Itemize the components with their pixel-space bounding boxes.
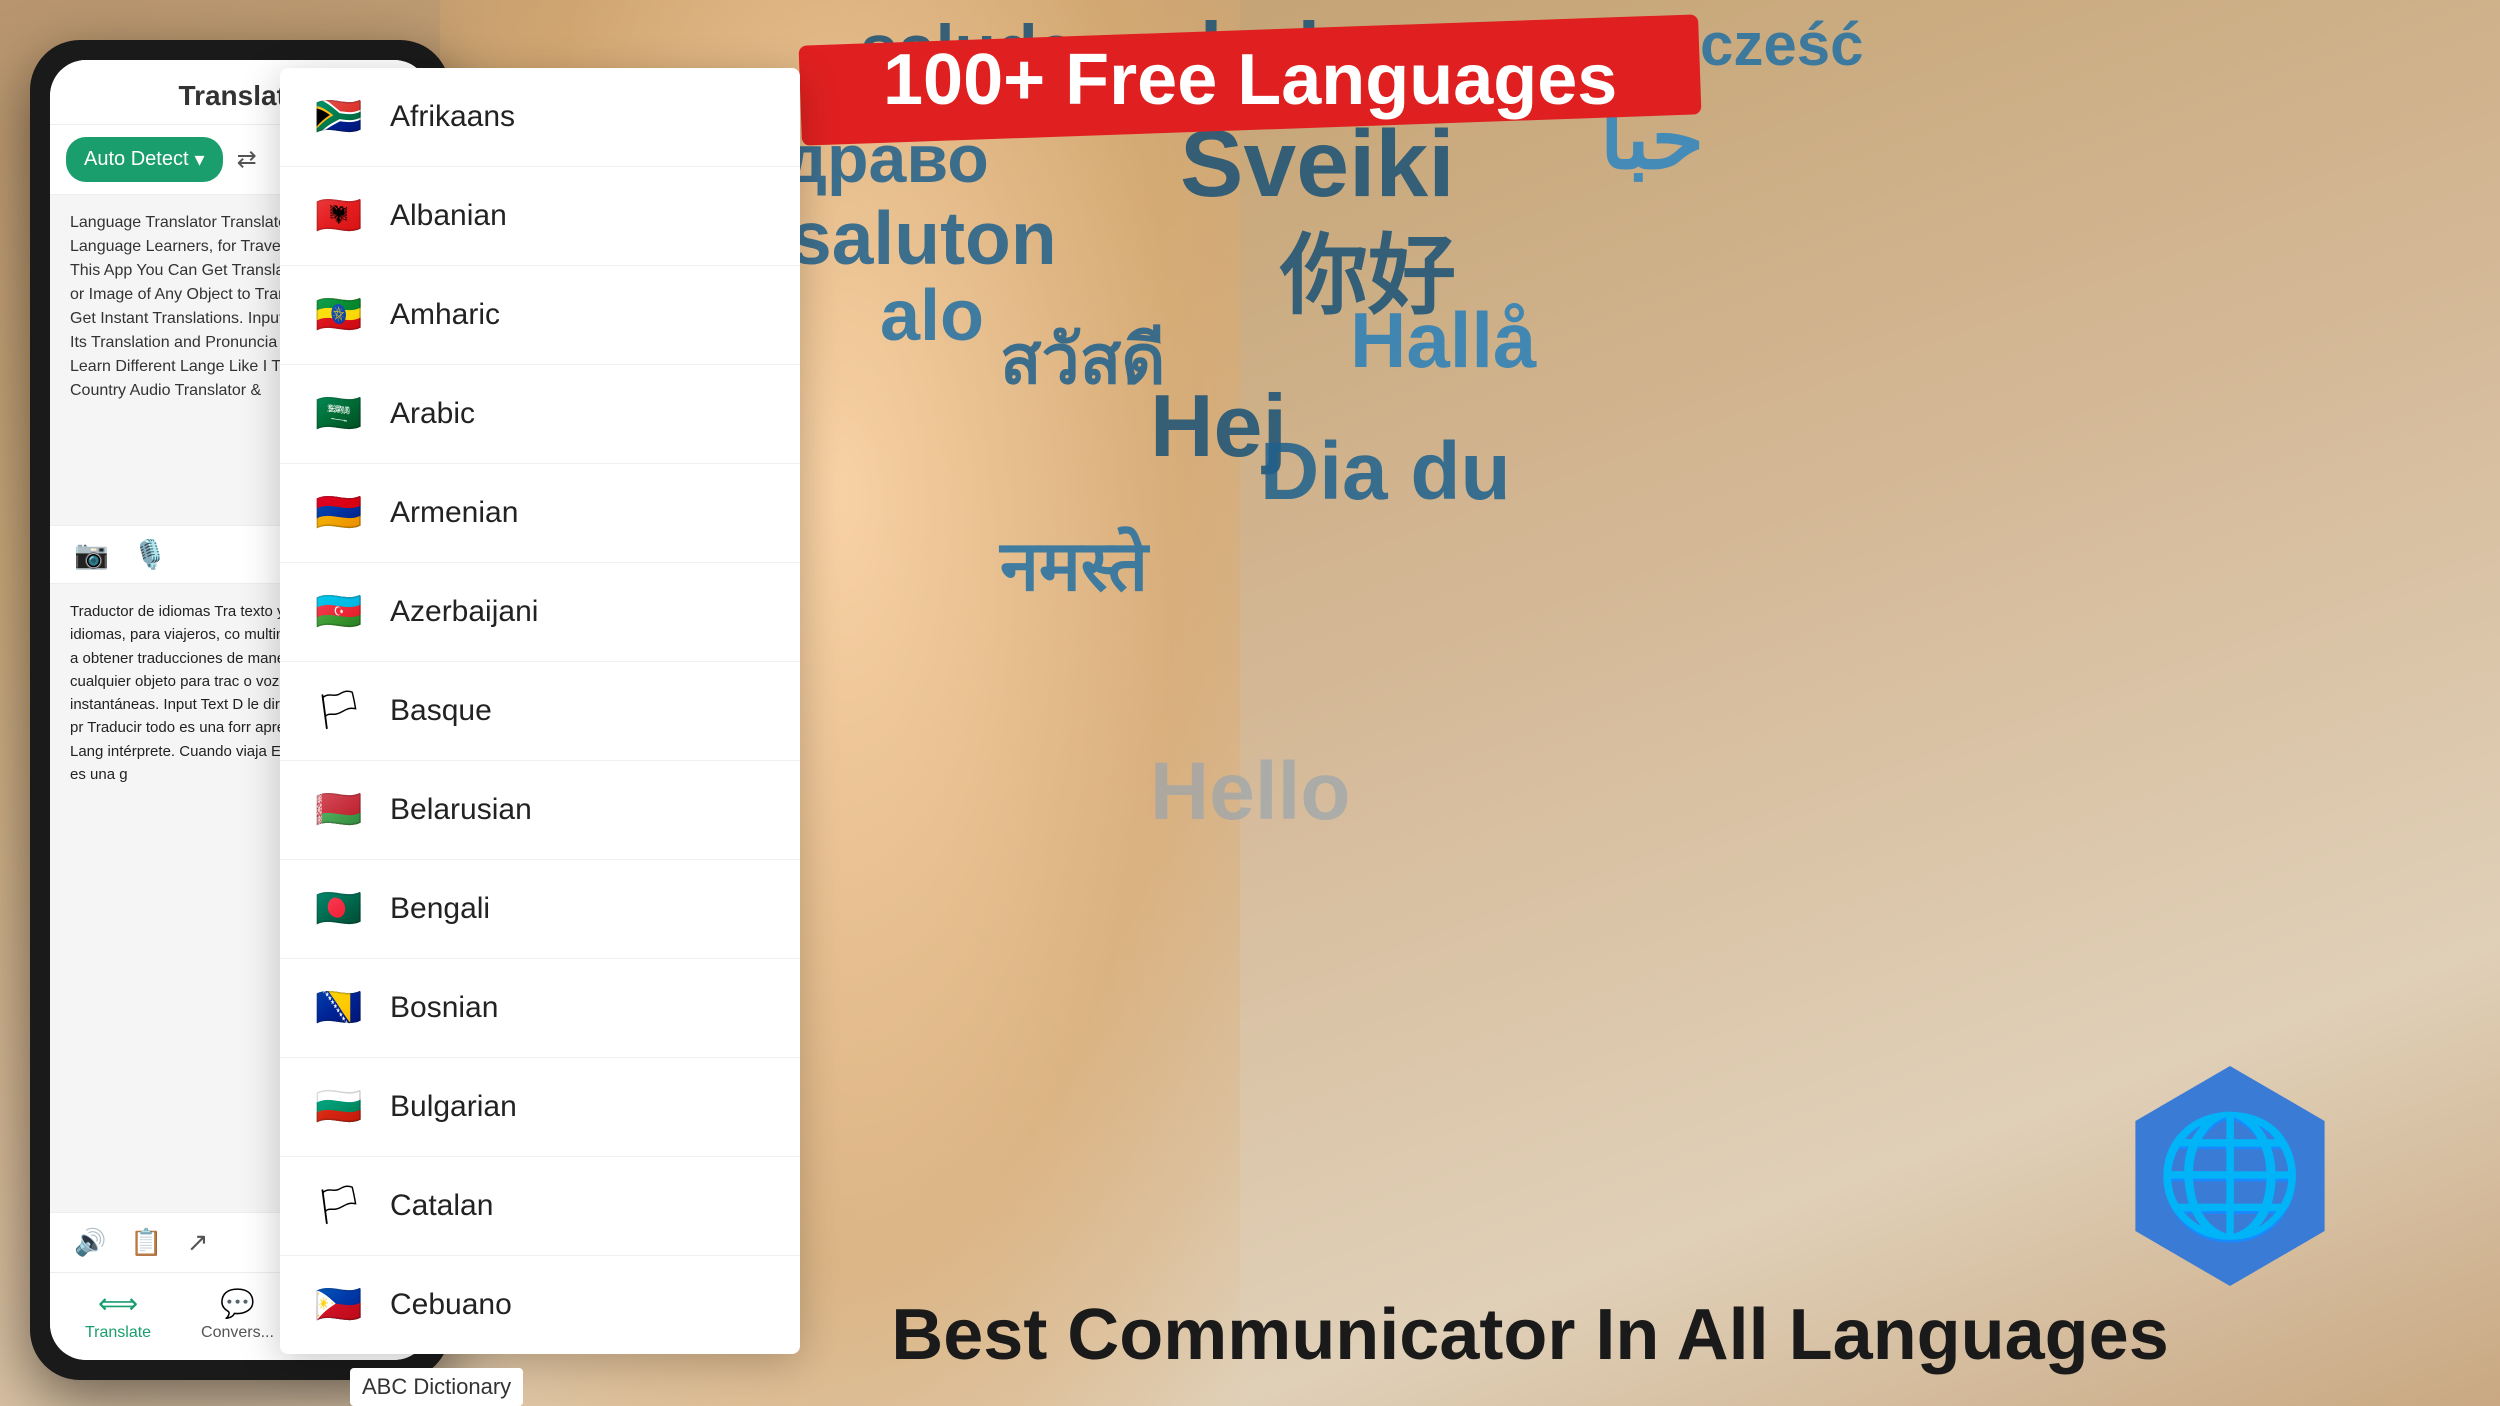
lang-name-cebuano: Cebuano <box>390 1288 512 1322</box>
lang-name-belarusian: Belarusian <box>390 793 532 827</box>
lang-name-albanian: Albanian <box>390 199 507 233</box>
lang-name-catalan: Catalan <box>390 1189 493 1223</box>
language-option-basque[interactable]: 🏳 Basque <box>280 662 800 761</box>
language-option-catalan[interactable]: 🏳 Catalan <box>280 1157 800 1256</box>
word-alo: alo <box>880 275 984 357</box>
language-option-bengali[interactable]: 🇧🇩 Bengali <box>280 860 800 959</box>
translate-nav-label: Translate <box>85 1324 151 1342</box>
nav-item-translate[interactable]: ⟺ Translate <box>85 1287 151 1342</box>
bottom-tagline: Best Communicator In All Languages <box>560 1294 2500 1376</box>
flag-amharic: 🇪🇹 <box>312 288 366 342</box>
lang-name-bosnian: Bosnian <box>390 991 498 1025</box>
language-option-amharic[interactable]: 🇪🇹 Amharic <box>280 266 800 365</box>
swap-icon: ⇄ <box>237 146 257 173</box>
flag-bengali: 🇧🇩 <box>312 882 366 936</box>
word-sawasdi: สวัสดี <box>1000 305 1165 413</box>
word-diadu: Dia du <box>1260 425 1511 519</box>
tagline-text: Best Communicator In All Languages <box>891 1295 2169 1375</box>
language-option-cebuano[interactable]: 🇵🇭 Cebuano <box>280 1256 800 1354</box>
word-namaste: नमस्ते <box>1000 515 1148 611</box>
promo-banner-text: 100+ Free Languages <box>883 39 1617 121</box>
word-saluton: saluton <box>790 195 1057 281</box>
lang-name-arabic: Arabic <box>390 397 475 431</box>
flag-belarusian: 🇧🇾 <box>312 783 366 837</box>
conversation-nav-icon: 💬 <box>220 1287 255 1320</box>
dropdown-arrow-icon: ▾ <box>195 147 205 172</box>
translate-nav-icon: ⟺ <box>98 1287 138 1320</box>
language-option-bosnian[interactable]: 🇧🇦 Bosnian <box>280 959 800 1058</box>
lang-name-bengali: Bengali <box>390 892 490 926</box>
word-czesc: cześć <box>1700 10 1863 79</box>
flag-armenian: 🇦🇲 <box>312 486 366 540</box>
share-icon[interactable]: ↗ <box>187 1227 209 1258</box>
word-hello: Hello <box>1150 745 1350 839</box>
language-option-belarusian[interactable]: 🇧🇾 Belarusian <box>280 761 800 860</box>
flag-afrikaans: 🇿🇦 <box>312 90 366 144</box>
language-option-albanian[interactable]: 🇦🇱 Albanian <box>280 167 800 266</box>
word-halla: Hallå <box>1350 295 1536 386</box>
globe-emoji: 🌐 <box>2155 1116 2304 1236</box>
flag-catalan: 🏳 <box>312 1179 366 1233</box>
microphone-icon[interactable]: 🎙️ <box>133 538 168 571</box>
abc-dictionary-label: ABC Dictionary <box>350 1368 523 1406</box>
copy-icon[interactable]: 📋 <box>130 1227 162 1258</box>
flag-azerbaijani: 🇦🇿 <box>312 585 366 639</box>
flag-bosnian: 🇧🇦 <box>312 981 366 1035</box>
auto-detect-label: Auto Detect <box>84 148 189 171</box>
lang-name-armenian: Armenian <box>390 496 518 530</box>
nav-item-conversation[interactable]: 💬 Convers... <box>201 1287 274 1342</box>
camera-icon[interactable]: 📷 <box>74 538 109 571</box>
language-option-azerbaijani[interactable]: 🇦🇿 Azerbaijani <box>280 563 800 662</box>
language-dropdown: 🇿🇦 Afrikaans 🇦🇱 Albanian 🇪🇹 Amharic 🇸🇦 A… <box>280 68 800 1354</box>
swap-languages-button[interactable]: ⇄ <box>231 139 263 180</box>
language-option-arabic[interactable]: 🇸🇦 Arabic <box>280 365 800 464</box>
lang-name-azerbaijani: Azerbaijani <box>390 595 538 629</box>
conversation-nav-label: Convers... <box>201 1324 274 1342</box>
speaker-icon[interactable]: 🔊 <box>74 1227 106 1258</box>
language-option-bulgarian[interactable]: 🇧🇬 Bulgarian <box>280 1058 800 1157</box>
auto-detect-button[interactable]: Auto Detect ▾ <box>66 137 223 182</box>
flag-albanian: 🇦🇱 <box>312 189 366 243</box>
language-option-armenian[interactable]: 🇦🇲 Armenian <box>280 464 800 563</box>
flag-arabic: 🇸🇦 <box>312 387 366 441</box>
lang-name-afrikaans: Afrikaans <box>390 100 515 134</box>
flag-cebuano: 🇵🇭 <box>312 1278 366 1332</box>
lang-name-basque: Basque <box>390 694 492 728</box>
flag-bulgarian: 🇧🇬 <box>312 1080 366 1134</box>
lang-name-bulgarian: Bulgarian <box>390 1090 517 1124</box>
lang-name-amharic: Amharic <box>390 298 500 332</box>
abc-dictionary-text: ABC Dictionary <box>362 1374 511 1399</box>
language-option-afrikaans[interactable]: 🇿🇦 Afrikaans <box>280 68 800 167</box>
flag-basque: 🏳 <box>312 684 366 738</box>
